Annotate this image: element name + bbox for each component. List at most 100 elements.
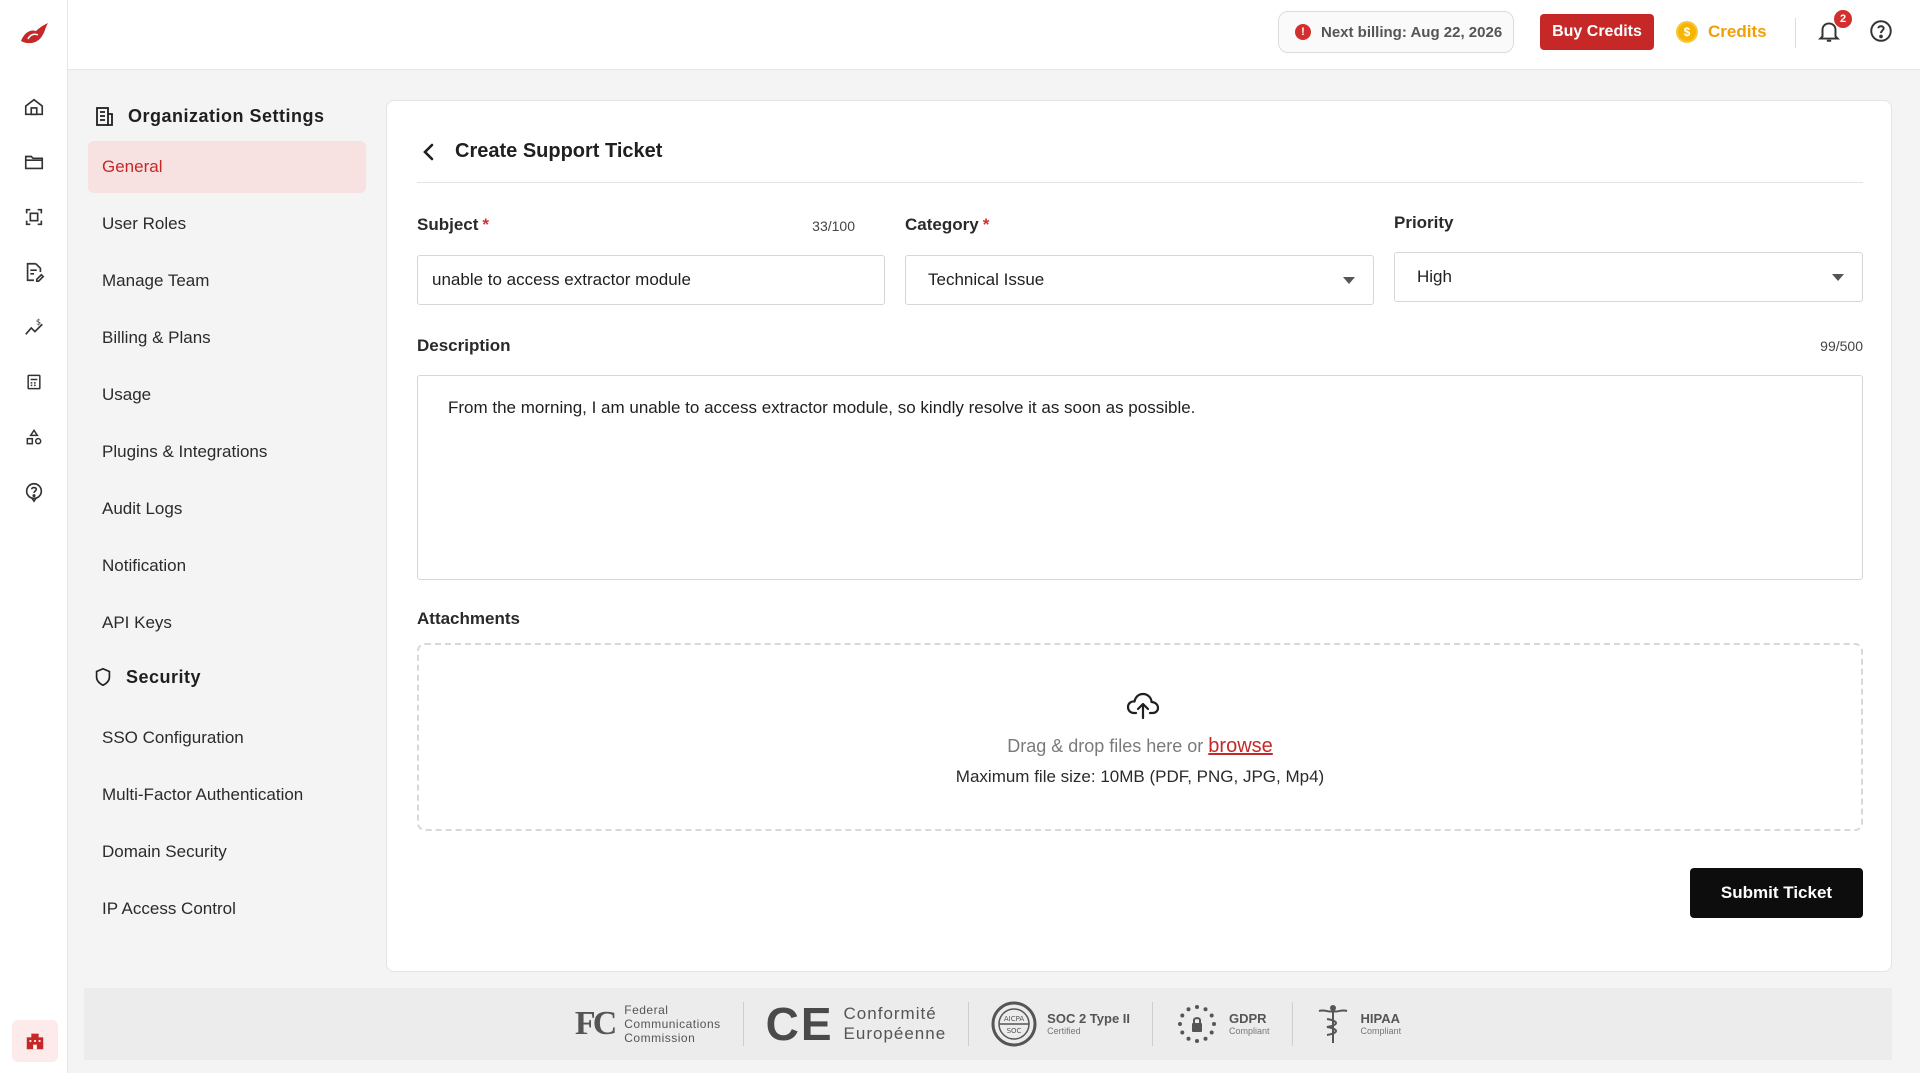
cloud-upload-icon: [1126, 692, 1160, 720]
ce-text: Conformité Européenne: [844, 1004, 947, 1044]
nav-item-multi-factor-authentication[interactable]: Multi-Factor Authentication: [88, 769, 366, 821]
dropzone-instructions: Drag & drop files here or browse: [419, 735, 1861, 758]
fcc-text: Federal Communications Commission: [624, 1003, 720, 1045]
chevron-down-icon: [1832, 274, 1844, 281]
priority-value: High: [1417, 267, 1452, 286]
brand-logo-icon[interactable]: [16, 16, 52, 52]
description-label: Description: [417, 336, 511, 355]
nav-item-usage[interactable]: Usage: [88, 369, 366, 421]
shield-icon: [95, 667, 111, 687]
coin-icon: $: [1676, 21, 1698, 43]
nav-item-domain-security[interactable]: Domain Security: [88, 826, 366, 878]
description-textarea[interactable]: From the morning, I am unable to access …: [417, 375, 1863, 580]
hipaa-text: HIPAA Compliant: [1360, 1011, 1402, 1037]
nav-item-sso-configuration[interactable]: SSO Configuration: [88, 712, 366, 764]
document-edit-icon[interactable]: [19, 257, 49, 287]
required-mark: *: [482, 215, 490, 234]
gdpr-sub: Compliant: [1229, 1026, 1270, 1036]
organization-icon[interactable]: [12, 1020, 58, 1062]
security-heading: Security: [88, 657, 366, 697]
back-button[interactable]: [417, 140, 441, 164]
caduceus-icon: [1318, 1005, 1347, 1043]
cost-trend-icon[interactable]: $: [19, 312, 49, 342]
nav-item-plugins-integrations[interactable]: Plugins & Integrations: [88, 426, 366, 478]
scan-document-icon[interactable]: [19, 202, 49, 232]
organization-settings-heading: Organization Settings: [88, 96, 366, 136]
soc2-text: SOC 2 Type II Certified: [1047, 1011, 1131, 1037]
nav-item-billing-plans[interactable]: Billing & Plans: [88, 312, 366, 364]
credits-label: Credits: [1708, 22, 1767, 41]
home-icon[interactable]: [19, 92, 49, 122]
calculator-icon[interactable]: [19, 367, 49, 397]
subject-label-text: Subject: [417, 215, 479, 234]
gdpr-stars-lock-icon: [1178, 1005, 1217, 1043]
required-mark: *: [982, 215, 990, 234]
fcc-logo-icon: FC: [574, 1005, 617, 1042]
gdpr-text: GDPR Compliant: [1229, 1011, 1270, 1037]
attachments-label: Attachments: [417, 609, 520, 628]
card-header: Create Support Ticket: [417, 121, 1863, 183]
nav-item-general[interactable]: General: [88, 141, 366, 193]
soc2-sub: Certified: [1047, 1026, 1081, 1036]
settings-sidebar: Organization Settings General User Roles…: [88, 96, 366, 935]
submit-ticket-button[interactable]: Submit Ticket: [1690, 868, 1863, 918]
max-file-size-text: Maximum file size: 10MB (PDF, PNG, JPG, …: [955, 767, 1325, 786]
shapes-icon[interactable]: [19, 422, 49, 452]
fcc-line: Commission: [624, 1031, 696, 1045]
organization-settings-title: Organization Settings: [128, 105, 325, 126]
compliance-footer: FC Federal Communications Commission CE …: [84, 988, 1892, 1060]
nav-item-notification[interactable]: Notification: [88, 540, 366, 592]
help-button[interactable]: [1868, 18, 1896, 46]
top-bar: ! Next billing: Aug 22, 2026 Buy Credits…: [68, 0, 1920, 70]
subject-label: Subject *: [417, 215, 489, 235]
nav-item-audit-logs[interactable]: Audit Logs: [88, 483, 366, 535]
credits-button[interactable]: $ Credits: [1676, 18, 1767, 46]
folder-icon[interactable]: [19, 147, 49, 177]
security-title: Security: [126, 666, 202, 687]
browse-link[interactable]: browse: [1208, 735, 1272, 757]
chevron-down-icon: [1343, 277, 1355, 284]
notifications-button[interactable]: 2: [1816, 10, 1852, 46]
buy-credits-button[interactable]: Buy Credits: [1540, 14, 1654, 50]
hipaa-title: HIPAA: [1360, 1011, 1401, 1026]
gdpr-badge: GDPR Compliant: [1153, 1001, 1292, 1047]
topbar-divider: [1795, 18, 1796, 48]
fcc-line: Communications: [624, 1017, 721, 1031]
priority-select[interactable]: High: [1394, 252, 1863, 302]
chevron-left-icon: [423, 143, 434, 160]
nav-item-ip-access-control[interactable]: IP Access Control: [88, 883, 366, 935]
hipaa-badge: HIPAA Compliant: [1293, 1001, 1424, 1047]
fcc-line: Federal: [624, 1003, 669, 1017]
page-title: Create Support Ticket: [455, 140, 663, 162]
notification-badge: 2: [1834, 10, 1852, 28]
priority-label: Priority: [1394, 213, 1454, 232]
ce-logo-icon: CE: [765, 998, 834, 1050]
billing-status: ! Next billing: Aug 22, 2026: [1278, 11, 1514, 53]
help-icon[interactable]: [19, 477, 49, 507]
ce-line: Conformité: [843, 1004, 937, 1023]
icon-rail: $: [0, 0, 68, 1073]
aicpa-soc-seal-icon: AICPA SOC: [991, 1001, 1037, 1047]
nav-item-user-roles[interactable]: User Roles: [88, 198, 366, 250]
ce-line: Européenne: [843, 1024, 947, 1043]
soc2-badge: AICPA SOC SOC 2 Type II Certified: [969, 1001, 1152, 1047]
subject-counter: 33/100: [812, 218, 855, 234]
soc-seal-bottom-text: SOC: [1007, 1027, 1022, 1035]
soc-seal-top-text: AICPA: [1004, 1015, 1025, 1023]
drop-text: Drag & drop files here or: [1007, 736, 1209, 756]
hipaa-sub: Compliant: [1360, 1026, 1402, 1036]
nav-item-api-keys[interactable]: API Keys: [88, 597, 366, 649]
file-dropzone[interactable]: Drag & drop files here or browse Maximum…: [417, 643, 1863, 831]
gdpr-title: GDPR: [1229, 1011, 1267, 1026]
description-counter: 99/500: [1820, 338, 1863, 354]
billing-text: Next billing: Aug 22, 2026: [1321, 23, 1503, 41]
fcc-badge: FC Federal Communications Commission: [553, 1001, 743, 1047]
category-select[interactable]: Technical Issue: [905, 255, 1374, 305]
building-icon: [96, 107, 113, 126]
subject-input[interactable]: [417, 255, 885, 305]
nav-item-manage-team[interactable]: Manage Team: [88, 255, 366, 307]
category-value: Technical Issue: [928, 270, 1045, 289]
soc2-title: SOC 2 Type II: [1047, 1011, 1131, 1026]
help-circle-icon: [1870, 20, 1892, 42]
